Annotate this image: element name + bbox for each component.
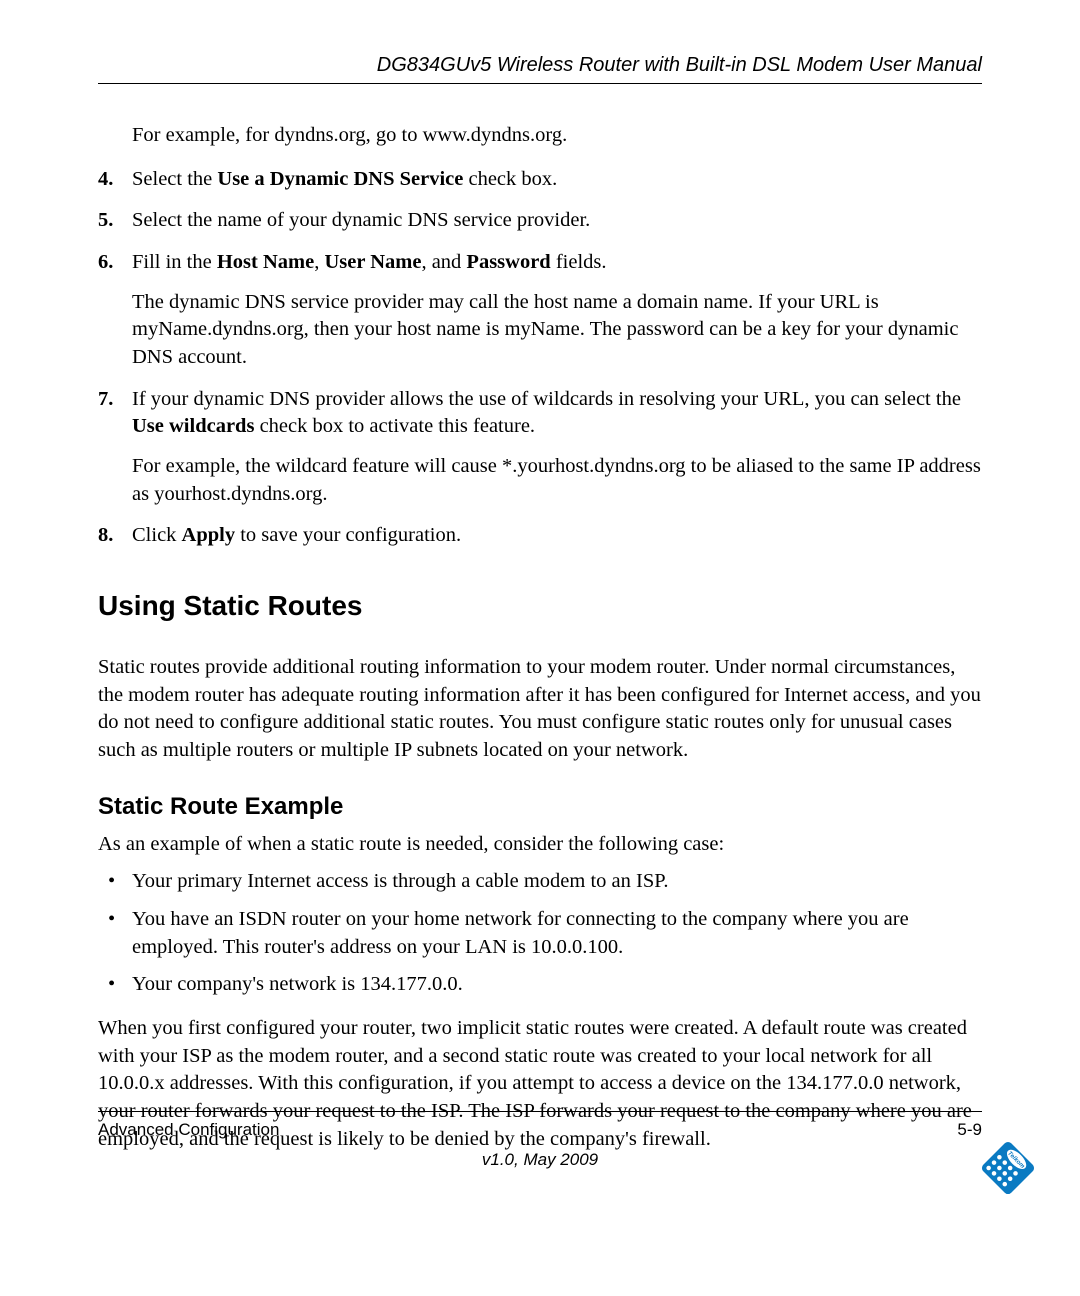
telkom-logo-icon: Telkom — [970, 1130, 1046, 1206]
footer-rule — [98, 1111, 982, 1112]
step-6-pre: Fill in the — [132, 251, 217, 273]
footer-version: v1.0, May 2009 — [0, 1150, 1080, 1170]
step-8-pre: Click — [132, 524, 182, 546]
intro-text: For example, for dyndns.org, go to www.d… — [132, 122, 982, 150]
subsection-heading-example: Static Route Example — [98, 793, 982, 821]
page: DG834GUv5 Wireless Router with Built-in … — [0, 0, 1080, 1296]
step-7: If your dynamic DNS provider allows the … — [98, 386, 982, 509]
step-5: Select the name of your dynamic DNS serv… — [98, 207, 982, 235]
step-8: Click Apply to save your configuration. — [98, 522, 982, 550]
step-7-bold: Use wildcards — [132, 415, 254, 437]
footer-line: Advanced Configuration 5-9 — [98, 1120, 982, 1140]
step-4-post: check box. — [463, 168, 557, 190]
list-item: Your primary Internet access is through … — [98, 868, 982, 896]
step-8-bold: Apply — [182, 524, 236, 546]
step-6-sub: The dynamic DNS service provider may cal… — [132, 289, 982, 372]
step-4-bold: Use a Dynamic DNS Service — [217, 168, 463, 190]
step-6-post: fields. — [551, 251, 607, 273]
step-6: Fill in the Host Name, User Name, and Pa… — [98, 249, 982, 372]
step-6-b2: User Name — [324, 251, 421, 273]
step-7-sub: For example, the wildcard feature will c… — [132, 453, 982, 508]
step-4: Select the Use a Dynamic DNS Service che… — [98, 166, 982, 194]
section-heading-static-routes: Using Static Routes — [98, 590, 982, 622]
subsection-intro: As an example of when a static route is … — [98, 831, 982, 859]
step-6-sep1: , — [314, 251, 324, 273]
step-8-post: to save your configuration. — [235, 524, 461, 546]
step-6-b3: Password — [466, 251, 550, 273]
step-6-b1: Host Name — [217, 251, 314, 273]
section-para: Static routes provide additional routing… — [98, 654, 982, 765]
list-item: Your company's network is 134.177.0.0. — [98, 971, 982, 999]
step-6-sep2: , and — [421, 251, 466, 273]
step-7-pre: If your dynamic DNS provider allows the … — [132, 388, 961, 410]
header-rule — [98, 83, 982, 84]
footer-left: Advanced Configuration — [98, 1120, 279, 1140]
list-item: You have an ISDN router on your home net… — [98, 906, 982, 961]
bullet-list: Your primary Internet access is through … — [98, 868, 982, 999]
step-4-pre: Select the — [132, 168, 217, 190]
step-7-post: check box to activate this feature. — [254, 415, 535, 437]
step-list: Select the Use a Dynamic DNS Service che… — [98, 166, 982, 550]
header-title: DG834GUv5 Wireless Router with Built-in … — [98, 54, 982, 77]
